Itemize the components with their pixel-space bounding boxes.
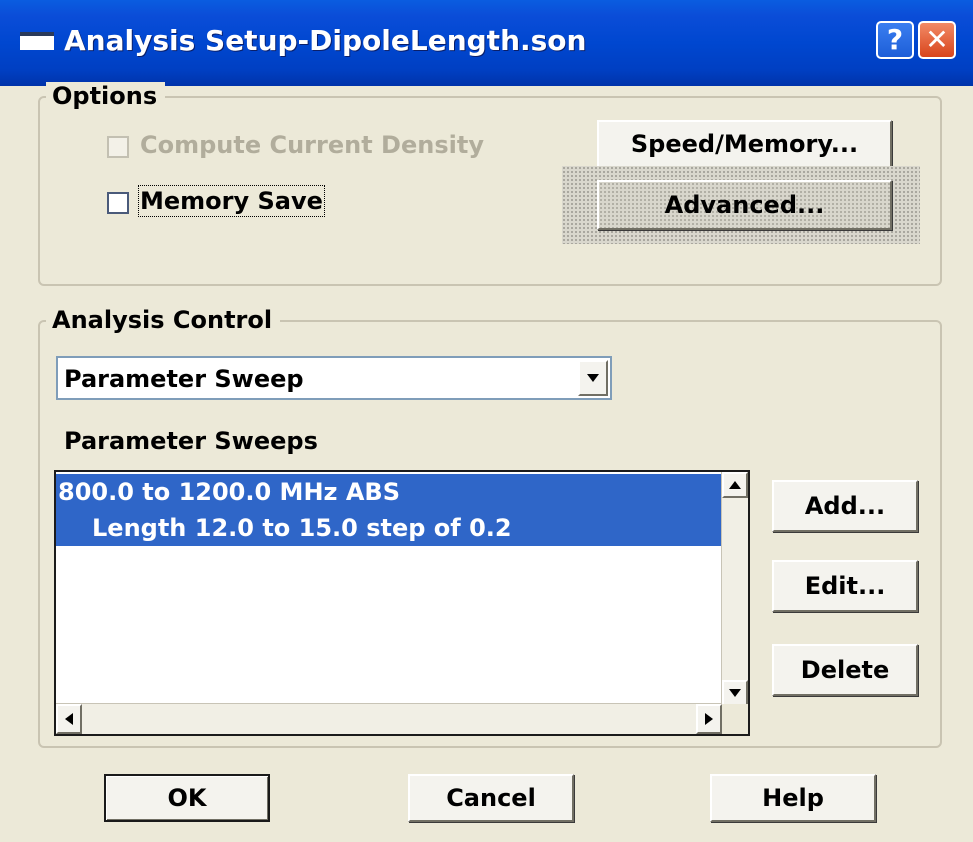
scroll-up-button[interactable] [722, 472, 748, 498]
scroll-left-button[interactable] [56, 704, 82, 734]
parameter-sweeps-label: Parameter Sweeps [64, 427, 318, 455]
memory-save-label[interactable]: Memory Save [138, 185, 325, 217]
memory-save-checkbox[interactable] [107, 192, 129, 214]
scroll-down-button[interactable] [722, 680, 748, 706]
parameter-sweeps-list[interactable]: 800.0 to 1200.0 MHz ABS Length 12.0 to 1… [54, 470, 750, 736]
question-mark-icon: ? [886, 23, 904, 56]
sweep-item-text: 800.0 to 1200.0 MHz ABS [58, 478, 400, 506]
arrow-up-icon [729, 481, 741, 489]
arrow-right-icon [705, 713, 713, 725]
compute-current-density-label: Compute Current Density [140, 131, 484, 159]
dialog-window: Analysis Setup-DipoleLength.son ? ✕ Opti… [0, 0, 973, 842]
sweep-item-text: Length 12.0 to 15.0 step of 0.2 [92, 514, 512, 542]
scrollbar-corner [722, 704, 748, 734]
scroll-right-button[interactable] [696, 704, 722, 734]
chevron-down-icon [587, 374, 599, 382]
options-group-label: Options [46, 82, 166, 110]
close-icon: ✕ [925, 23, 949, 56]
delete-sweep-button[interactable]: Delete [772, 644, 918, 696]
edit-sweep-button[interactable]: Edit... [772, 560, 918, 612]
help-title-button[interactable]: ? [876, 21, 914, 59]
advanced-button[interactable]: Advanced... [597, 180, 892, 230]
cancel-button[interactable]: Cancel [408, 774, 574, 822]
speed-memory-button[interactable]: Speed/Memory... [597, 120, 892, 168]
analysis-mode-select[interactable]: Parameter Sweep [56, 356, 612, 400]
analysis-mode-selected-value: Parameter Sweep [64, 365, 304, 393]
sweep-list-item[interactable]: Length 12.0 to 15.0 step of 0.2 [56, 510, 722, 546]
arrow-left-icon [65, 713, 73, 725]
title-bar[interactable]: Analysis Setup-DipoleLength.son ? ✕ [0, 0, 973, 86]
add-sweep-button[interactable]: Add... [772, 480, 918, 532]
horizontal-scrollbar[interactable] [56, 703, 722, 734]
compute-current-density-checkbox[interactable] [107, 136, 129, 158]
vertical-scrollbar[interactable] [721, 472, 748, 706]
ok-button[interactable]: OK [104, 774, 270, 822]
dropdown-arrow-button[interactable] [578, 360, 608, 396]
window-app-icon [20, 32, 54, 50]
arrow-down-icon [729, 689, 741, 697]
sweep-list-item[interactable]: 800.0 to 1200.0 MHz ABS [56, 474, 722, 510]
analysis-control-group-label: Analysis Control [46, 306, 281, 334]
window-title: Analysis Setup-DipoleLength.son [64, 24, 587, 57]
help-button[interactable]: Help [710, 774, 876, 822]
close-title-button[interactable]: ✕ [918, 21, 956, 59]
